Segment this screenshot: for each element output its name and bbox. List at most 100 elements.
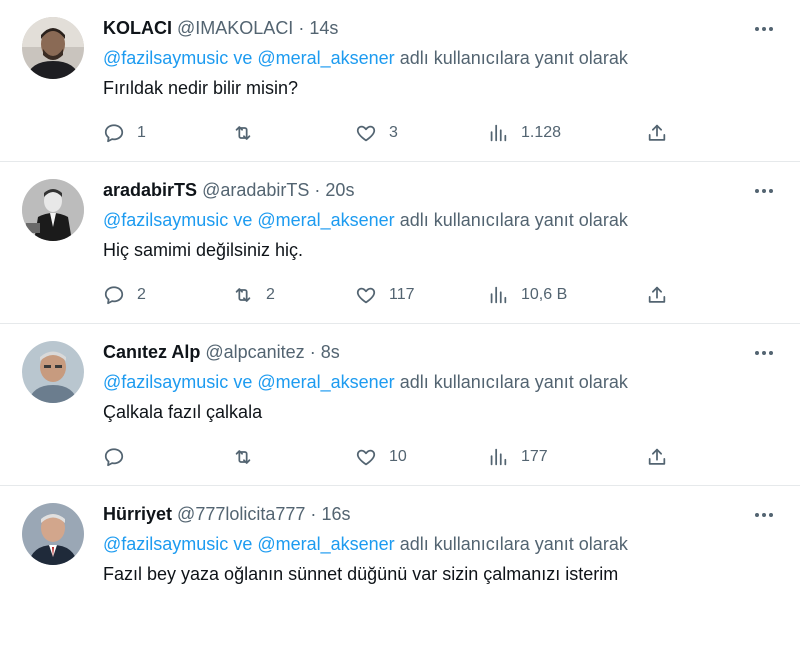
retweet-arrows-icon [235,126,251,140]
reply-count: 1 [137,124,146,141]
display-name[interactable]: aradabirTS [103,180,197,200]
avatar[interactable] [22,179,84,241]
share-upload-icon [648,286,666,303]
reply-button[interactable] [103,443,137,471]
retweet-count: 2 [266,286,275,303]
reply-suffix: adlı kullanıcılara yanıt olarak [399,48,628,68]
separator-dot: · [314,180,321,200]
reply-joiner: ve [233,210,253,230]
separator-dot: · [310,504,317,524]
tweet-text: Çalkala fazıl çalkala [103,402,263,422]
retweet-arrows-icon [235,450,251,464]
mention-link[interactable]: @meral_aksener [257,48,394,68]
views-button[interactable]: 1.128 [487,119,561,147]
separator-dot: · [298,18,305,38]
reply-context: @fazilsaymusic ve @meral_aksener adlı ku… [103,370,780,394]
mention-link[interactable]: @fazilsaymusic [103,210,228,230]
reply-suffix: adlı kullanıcılara yanıt olarak [399,210,628,230]
reply-joiner: ve [233,372,253,392]
share-button[interactable] [646,443,668,471]
avatar[interactable] [22,17,84,79]
view-count: 177 [521,448,548,465]
retweet-arrows-icon [235,288,251,302]
mention-link[interactable]: @meral_aksener [257,372,394,392]
tweet[interactable]: aradabirTS @aradabirTS · 20s @fazilsaymu… [0,162,800,324]
bar-chart-icon [490,286,507,304]
view-count: 10,6 B [521,286,568,303]
reply-joiner: ve [233,534,253,554]
views-button[interactable]: 177 [487,443,548,471]
share-button[interactable] [646,119,668,147]
more-options-button[interactable] [746,338,782,368]
like-count: 10 [389,448,407,465]
reply-feed: KOLACI @IMAKOLACI · 14s @fazilsaymusic v… [0,0,800,648]
share-upload-icon [648,124,666,141]
views-button[interactable]: 10,6 B [487,281,567,309]
like-button[interactable]: 10 [355,443,407,471]
mention-link[interactable]: @meral_aksener [257,210,394,230]
reply-joiner: ve [233,48,253,68]
display-name[interactable]: Hürriyet [103,504,172,524]
user-handle[interactable]: @alpcanitez [205,342,304,362]
reply-count: 2 [137,286,146,303]
ellipsis-icon [755,513,759,517]
more-options-button[interactable] [746,14,782,44]
timestamp[interactable]: 16s [321,504,350,524]
reply-context: @fazilsaymusic ve @meral_aksener adlı ku… [103,208,780,232]
tweet-text: Fazıl bey yaza oğlanın sünnet düğünü var… [103,564,619,584]
avatar[interactable] [22,503,84,565]
retweet-button[interactable] [232,443,266,471]
tweet[interactable]: Canıtez Alp @alpcanitez · 8s @fazilsaymu… [0,324,800,486]
user-handle[interactable]: @aradabirTS [202,180,309,200]
like-count: 3 [389,124,398,141]
bar-chart-icon [490,124,507,142]
separator-dot: · [309,342,316,362]
bar-chart-icon [490,448,507,466]
tweet-header: KOLACI @IMAKOLACI · 14s [103,16,780,40]
reply-context: @fazilsaymusic ve @meral_aksener adlı ku… [103,46,780,70]
display-name[interactable]: Canıtez Alp [103,342,200,362]
tweet-text: Fırıldak nedir bilir misin? [103,78,299,98]
speech-bubble-icon [104,124,124,143]
more-options-button[interactable] [746,500,782,530]
action-bar: 1 3 1.128 [103,119,683,147]
reply-suffix: adlı kullanıcılara yanıt olarak [399,372,628,392]
like-count: 117 [389,286,415,303]
speech-bubble-icon [104,448,124,467]
tweet[interactable]: KOLACI @IMAKOLACI · 14s @fazilsaymusic v… [0,0,800,162]
timestamp[interactable]: 20s [325,180,354,200]
mention-link[interactable]: @fazilsaymusic [103,372,228,392]
heart-icon [356,449,376,466]
reply-button[interactable]: 1 [103,119,146,147]
like-button[interactable]: 3 [355,119,398,147]
reply-context: @fazilsaymusic ve @meral_aksener adlı ku… [103,532,780,556]
tweet-header: Hürriyet @777lolicita777 · 16s [103,502,780,526]
display-name[interactable]: KOLACI [103,18,172,38]
share-upload-icon [648,448,666,465]
tweet-header: Canıtez Alp @alpcanitez · 8s [103,340,780,364]
tweet-text: Hiç samimi değilsiniz hiç. [103,240,304,260]
timestamp[interactable]: 8s [321,342,340,362]
speech-bubble-icon [104,286,124,305]
heart-icon [356,287,376,304]
like-button[interactable]: 117 [355,281,415,309]
retweet-button[interactable]: 2 [232,281,275,309]
ellipsis-icon [755,351,759,355]
mention-link[interactable]: @meral_aksener [257,534,394,554]
mention-link[interactable]: @fazilsaymusic [103,48,228,68]
user-handle[interactable]: @777lolicita777 [177,504,305,524]
timestamp[interactable]: 14s [309,18,338,38]
tweet[interactable]: Hürriyet @777lolicita777 · 16s @fazilsay… [0,486,800,648]
mention-link[interactable]: @fazilsaymusic [103,534,228,554]
reply-suffix: adlı kullanıcılara yanıt olarak [399,534,628,554]
reply-button[interactable]: 2 [103,281,146,309]
view-count: 1.128 [521,124,562,141]
avatar[interactable] [22,341,84,403]
tweet-header: aradabirTS @aradabirTS · 20s [103,178,780,202]
more-options-button[interactable] [746,176,782,206]
share-button[interactable] [646,281,668,309]
ellipsis-icon [755,189,759,193]
retweet-button[interactable] [232,119,266,147]
user-handle[interactable]: @IMAKOLACI [177,18,293,38]
action-bar: 2 2 117 10,6 B [103,281,683,309]
